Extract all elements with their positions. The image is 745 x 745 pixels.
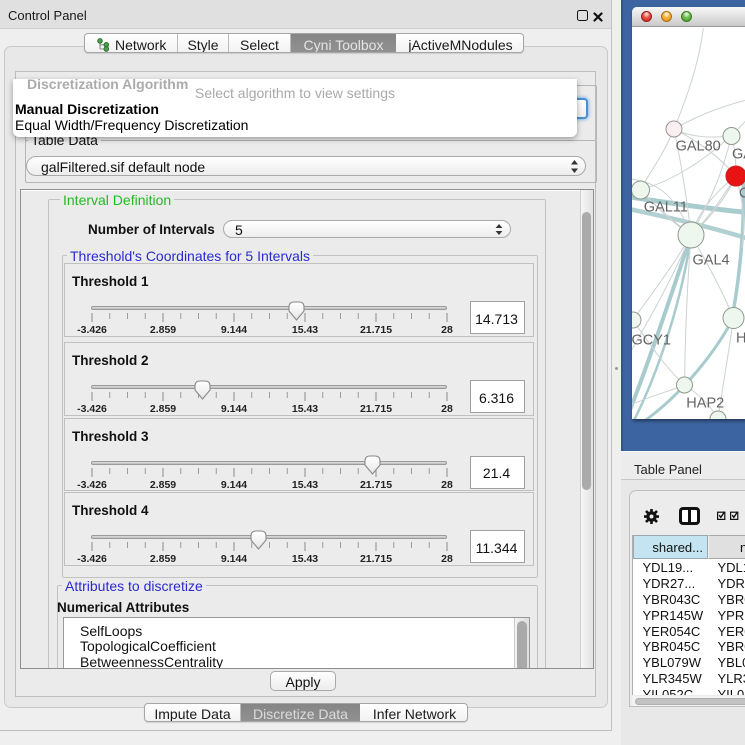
svg-text:GAL: GAL xyxy=(732,147,745,163)
svg-text:GCY1: GCY1 xyxy=(632,333,671,349)
svg-text:GAL80: GAL80 xyxy=(676,139,721,155)
svg-text:GAL4: GAL4 xyxy=(693,253,730,269)
svg-text:CY: CY xyxy=(739,186,745,202)
svg-text:GAL11: GAL11 xyxy=(644,200,688,216)
svg-text:HIS: HIS xyxy=(736,331,745,347)
svg-text:HAP2: HAP2 xyxy=(686,396,724,412)
